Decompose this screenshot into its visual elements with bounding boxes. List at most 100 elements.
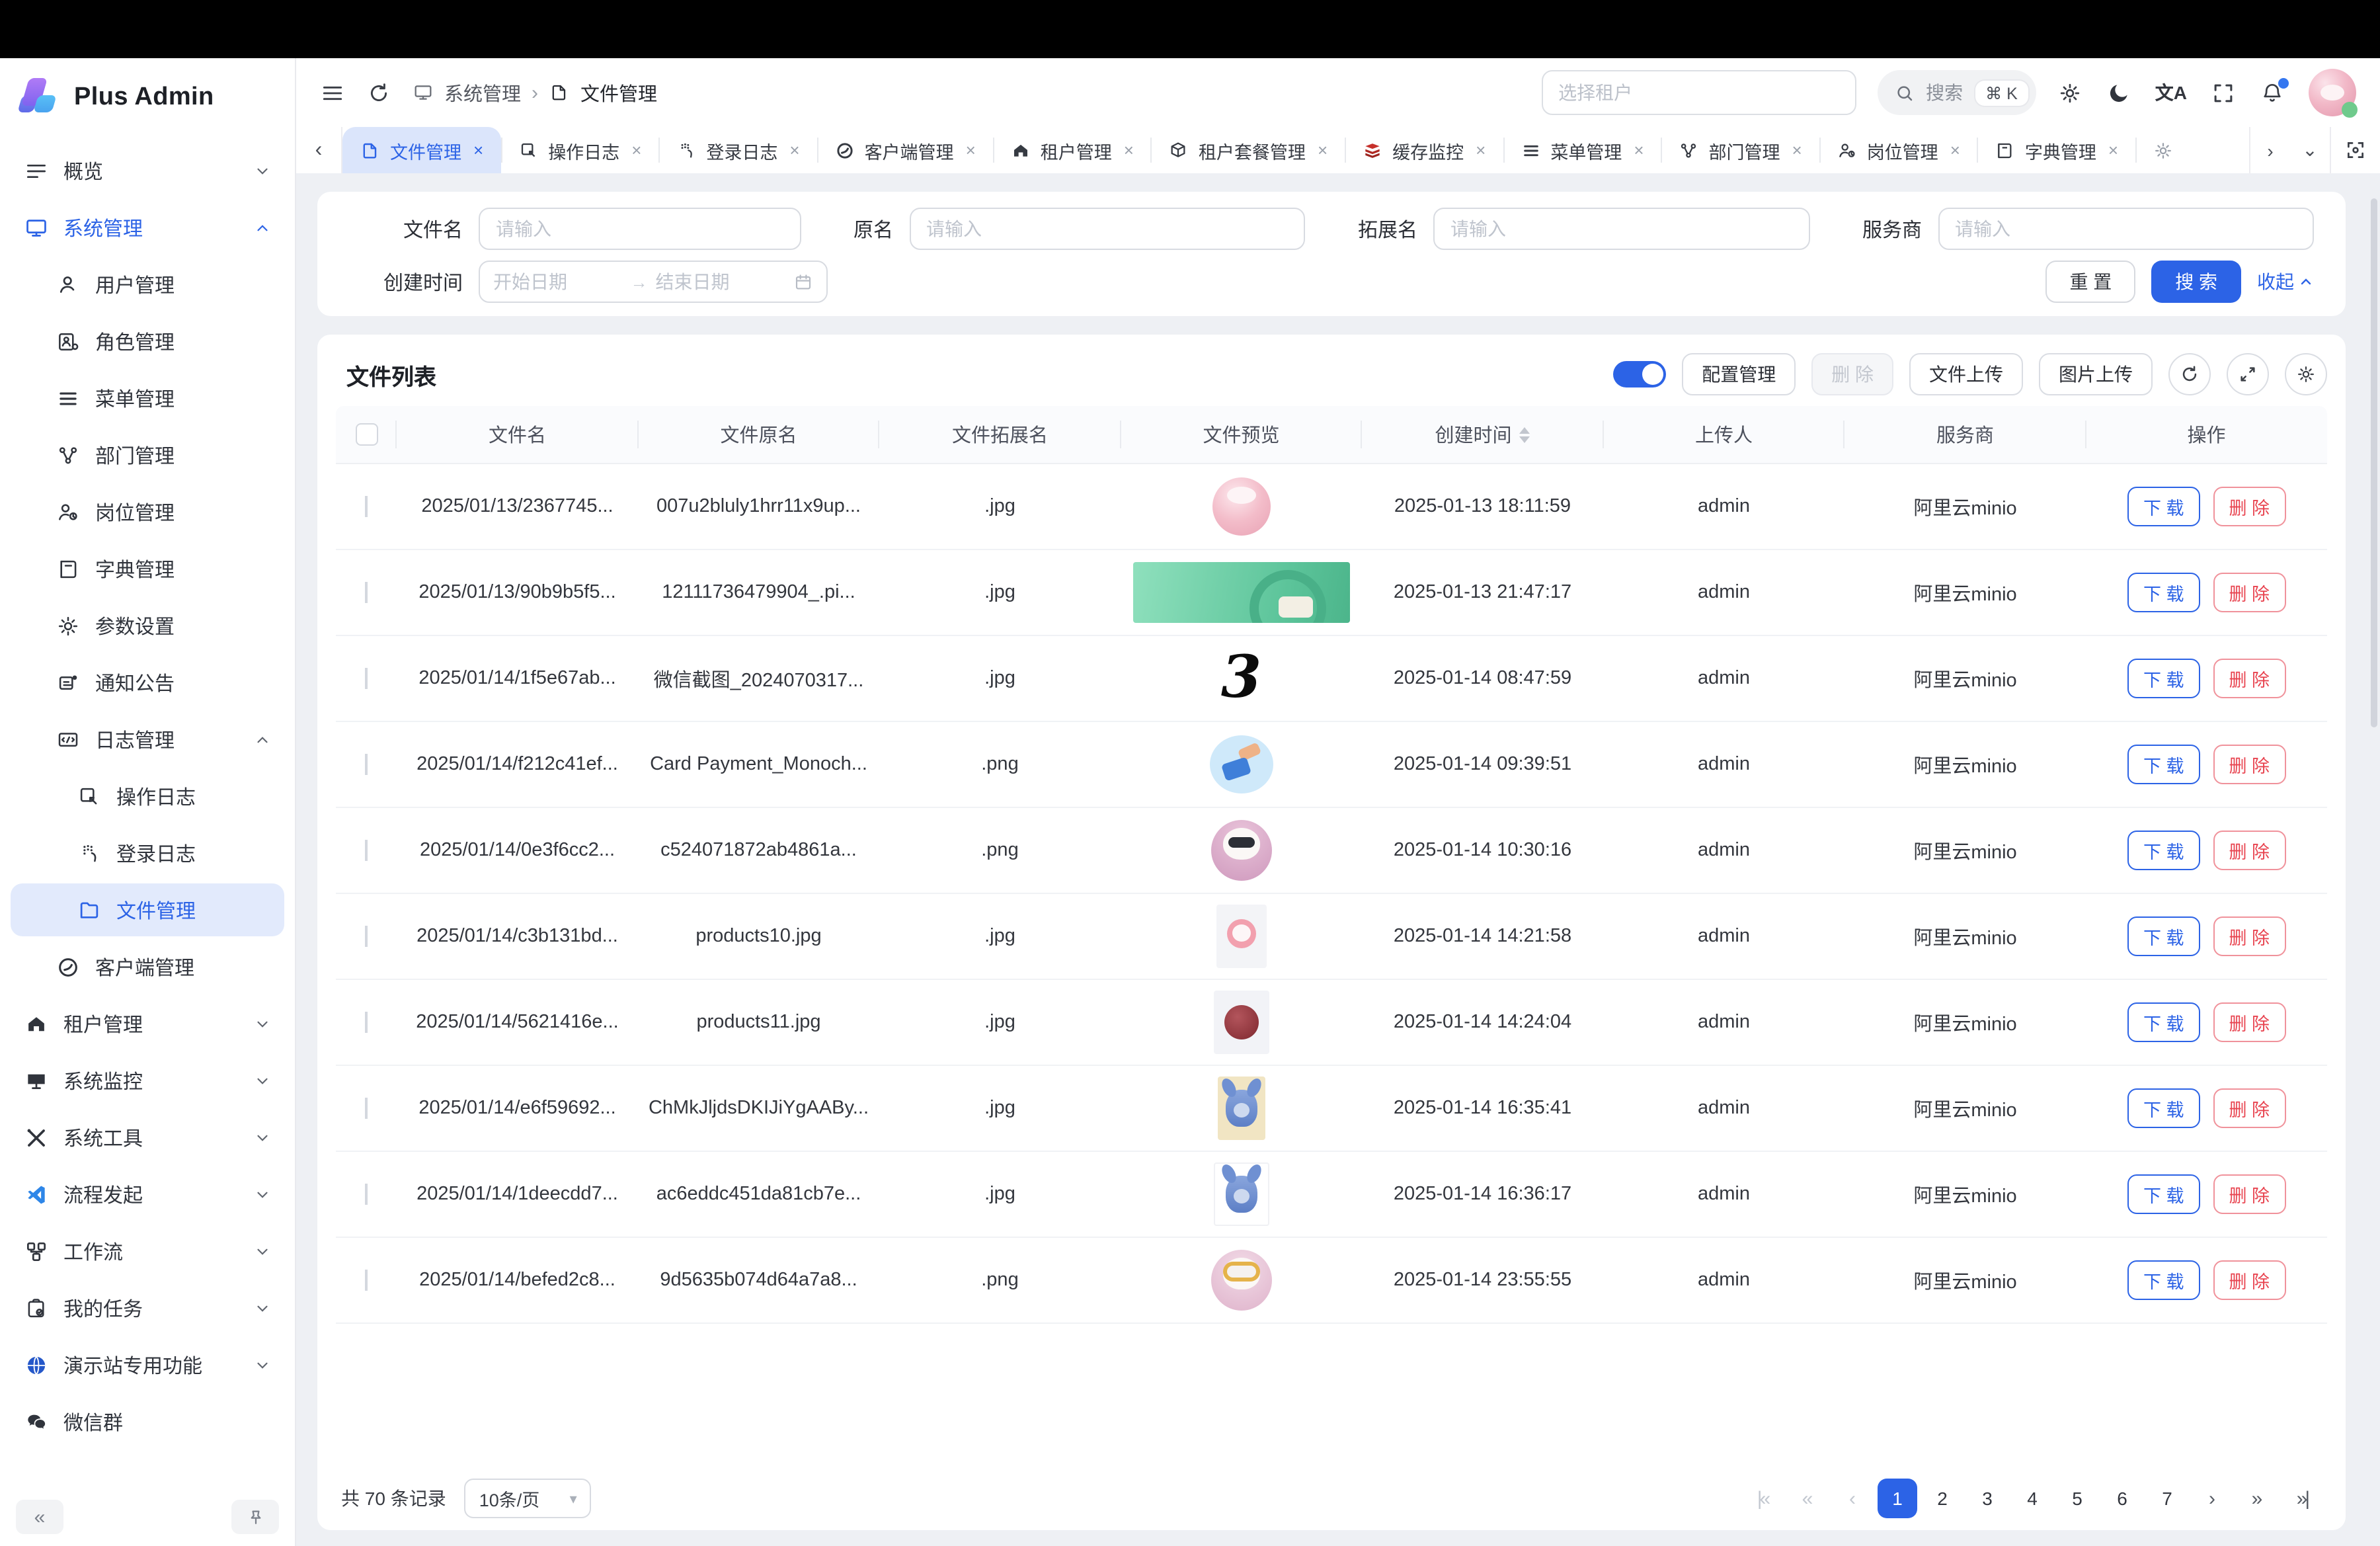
close-icon[interactable]: × <box>789 140 799 160</box>
column-header-preview[interactable]: 文件预览 <box>1121 406 1362 463</box>
notification-bell-icon[interactable] <box>2260 80 2285 105</box>
sidebar-item-system-monitor[interactable]: 系统监控 <box>11 1054 284 1107</box>
scrollbar-thumb[interactable] <box>2371 198 2377 727</box>
tabs-scroll-left-button[interactable]: ‹ <box>296 127 342 173</box>
back-ten-pages-button[interactable]: « <box>1788 1479 1827 1518</box>
tab-file-management[interactable]: 文件管理× <box>342 127 500 173</box>
close-icon[interactable]: × <box>1124 140 1134 160</box>
close-icon[interactable]: × <box>1792 140 1802 160</box>
download-button[interactable]: 下 载 <box>2127 1174 2200 1214</box>
row-checkbox[interactable] <box>365 840 368 861</box>
tab-operation-log[interactable]: 操作日志× <box>500 127 658 173</box>
image-upload-button[interactable]: 图片上传 <box>2039 353 2153 395</box>
original-name-input[interactable] <box>909 208 1305 250</box>
reset-button[interactable]: 重 置 <box>2045 261 2135 303</box>
page-button-7[interactable]: 7 <box>2147 1479 2187 1518</box>
global-search-button[interactable]: 搜索 ⌘ K <box>1877 70 2036 115</box>
file-upload-button[interactable]: 文件上传 <box>1909 353 2023 395</box>
sidebar-item-role-management[interactable]: 角色管理 <box>11 315 284 368</box>
sidebar-item-wechat-group[interactable]: 微信群 <box>11 1395 284 1448</box>
download-button[interactable]: 下 载 <box>2127 745 2200 784</box>
file-preview-thumbnail[interactable] <box>1133 562 1350 623</box>
tab-partial[interactable] <box>2135 127 2183 173</box>
delete-button[interactable]: 删 除 <box>2213 745 2286 784</box>
first-page-button[interactable]: |« <box>1743 1479 1782 1518</box>
delete-button[interactable]: 删 除 <box>2213 831 2286 870</box>
column-header-original-name[interactable]: 文件原名 <box>638 406 879 463</box>
sidebar-item-client-management[interactable]: 客户端管理 <box>11 940 284 993</box>
delete-button[interactable]: 删 除 <box>2213 1002 2286 1042</box>
tabs-scroll-right-button[interactable]: › <box>2250 127 2290 173</box>
tenant-select-input[interactable] <box>1541 70 1856 115</box>
search-button[interactable]: 搜 索 <box>2151 261 2241 303</box>
file-preview-thumbnail[interactable] <box>1211 1250 1272 1311</box>
delete-button[interactable]: 删 除 <box>2213 659 2286 698</box>
row-checkbox[interactable] <box>365 1184 368 1205</box>
breadcrumb-parent[interactable]: 系统管理 <box>444 79 521 106</box>
sidebar-item-log-management[interactable]: 日志管理 <box>11 713 284 766</box>
sidebar-item-operation-log[interactable]: 操作日志 <box>11 770 284 823</box>
refresh-icon[interactable] <box>366 80 391 105</box>
table-refresh-button[interactable] <box>2168 353 2211 395</box>
download-button[interactable]: 下 载 <box>2127 916 2200 956</box>
sidebar-item-parameter-settings[interactable]: 参数设置 <box>11 599 284 652</box>
file-preview-thumbnail[interactable] <box>1212 477 1271 536</box>
content-fullscreen-button[interactable] <box>2330 127 2380 173</box>
tab-post-management[interactable]: 岗位管理× <box>1819 127 1977 173</box>
file-preview-thumbnail[interactable] <box>1214 991 1269 1054</box>
sidebar-collapse-button[interactable]: « <box>16 1500 63 1534</box>
sidebar-item-notice[interactable]: 通知公告 <box>11 656 284 709</box>
download-button[interactable]: 下 载 <box>2127 659 2200 698</box>
download-button[interactable]: 下 载 <box>2127 1002 2200 1042</box>
tab-menu-management[interactable]: 菜单管理× <box>1503 127 1661 173</box>
sidebar-pin-button[interactable] <box>231 1500 279 1534</box>
close-icon[interactable]: × <box>1950 140 1960 160</box>
file-preview-thumbnail[interactable] <box>1216 905 1267 968</box>
close-icon[interactable]: × <box>1476 140 1486 160</box>
sidebar-item-workflow[interactable]: 工作流 <box>11 1225 284 1278</box>
fullscreen-icon[interactable] <box>2211 80 2236 105</box>
download-button[interactable]: 下 载 <box>2127 1260 2200 1300</box>
close-icon[interactable]: × <box>1318 140 1328 160</box>
sidebar-item-system-management[interactable]: 系统管理 <box>11 201 284 254</box>
sidebar-item-demo-features[interactable]: 演示站专用功能 <box>11 1338 284 1391</box>
delete-button[interactable]: 删 除 <box>2213 1260 2286 1300</box>
sidebar-item-process-initiation[interactable]: 流程发起 <box>11 1168 284 1221</box>
extension-input[interactable] <box>1433 208 1809 250</box>
delete-button[interactable]: 删 除 <box>2213 487 2286 526</box>
row-checkbox[interactable] <box>365 1012 368 1033</box>
sidebar-item-user-management[interactable]: 用户管理 <box>11 258 284 311</box>
page-button-4[interactable]: 4 <box>2012 1479 2052 1518</box>
tab-tenant-package-management[interactable]: 租户套餐管理× <box>1151 127 1345 173</box>
download-button[interactable]: 下 载 <box>2127 487 2200 526</box>
collapse-filters-link[interactable]: 收起 <box>2257 268 2314 295</box>
file-preview-thumbnail[interactable] <box>1214 1162 1269 1226</box>
page-button-1[interactable]: 1 <box>1878 1479 1917 1518</box>
sidebar-item-system-tools[interactable]: 系统工具 <box>11 1111 284 1164</box>
row-checkbox[interactable] <box>365 926 368 947</box>
tab-tenant-management[interactable]: 租户管理× <box>993 127 1151 173</box>
file-preview-thumbnail[interactable] <box>1218 1077 1265 1140</box>
file-name-input[interactable] <box>479 208 801 250</box>
sidebar-item-login-log[interactable]: 登录日志 <box>11 827 284 879</box>
next-page-button[interactable]: › <box>2192 1479 2232 1518</box>
tab-client-management[interactable]: 客户端管理× <box>817 127 993 173</box>
row-checkbox[interactable] <box>365 754 368 775</box>
column-header-provider[interactable]: 服务商 <box>1844 406 2086 463</box>
row-checkbox[interactable] <box>365 668 368 689</box>
page-button-6[interactable]: 6 <box>2102 1479 2142 1518</box>
tab-dict-management[interactable]: 字典管理× <box>1977 127 2135 173</box>
tab-cache-monitor[interactable]: 缓存监控× <box>1345 127 1503 173</box>
sidebar-item-tenant-management[interactable]: 租户管理 <box>11 997 284 1050</box>
sidebar-item-dict-management[interactable]: 字典管理 <box>11 542 284 595</box>
close-icon[interactable]: × <box>631 140 641 160</box>
table-fullscreen-button[interactable] <box>2227 353 2269 395</box>
select-all-checkbox[interactable] <box>355 423 377 446</box>
avatar[interactable] <box>2309 69 2356 116</box>
sidebar-toggle-button[interactable] <box>320 80 345 105</box>
delete-button[interactable]: 删 除 <box>2213 916 2286 956</box>
row-checkbox[interactable] <box>365 1098 368 1119</box>
stripe-toggle[interactable] <box>1613 361 1666 387</box>
download-button[interactable]: 下 载 <box>2127 573 2200 612</box>
page-size-select[interactable]: 10条/页 ▾ <box>465 1479 592 1518</box>
